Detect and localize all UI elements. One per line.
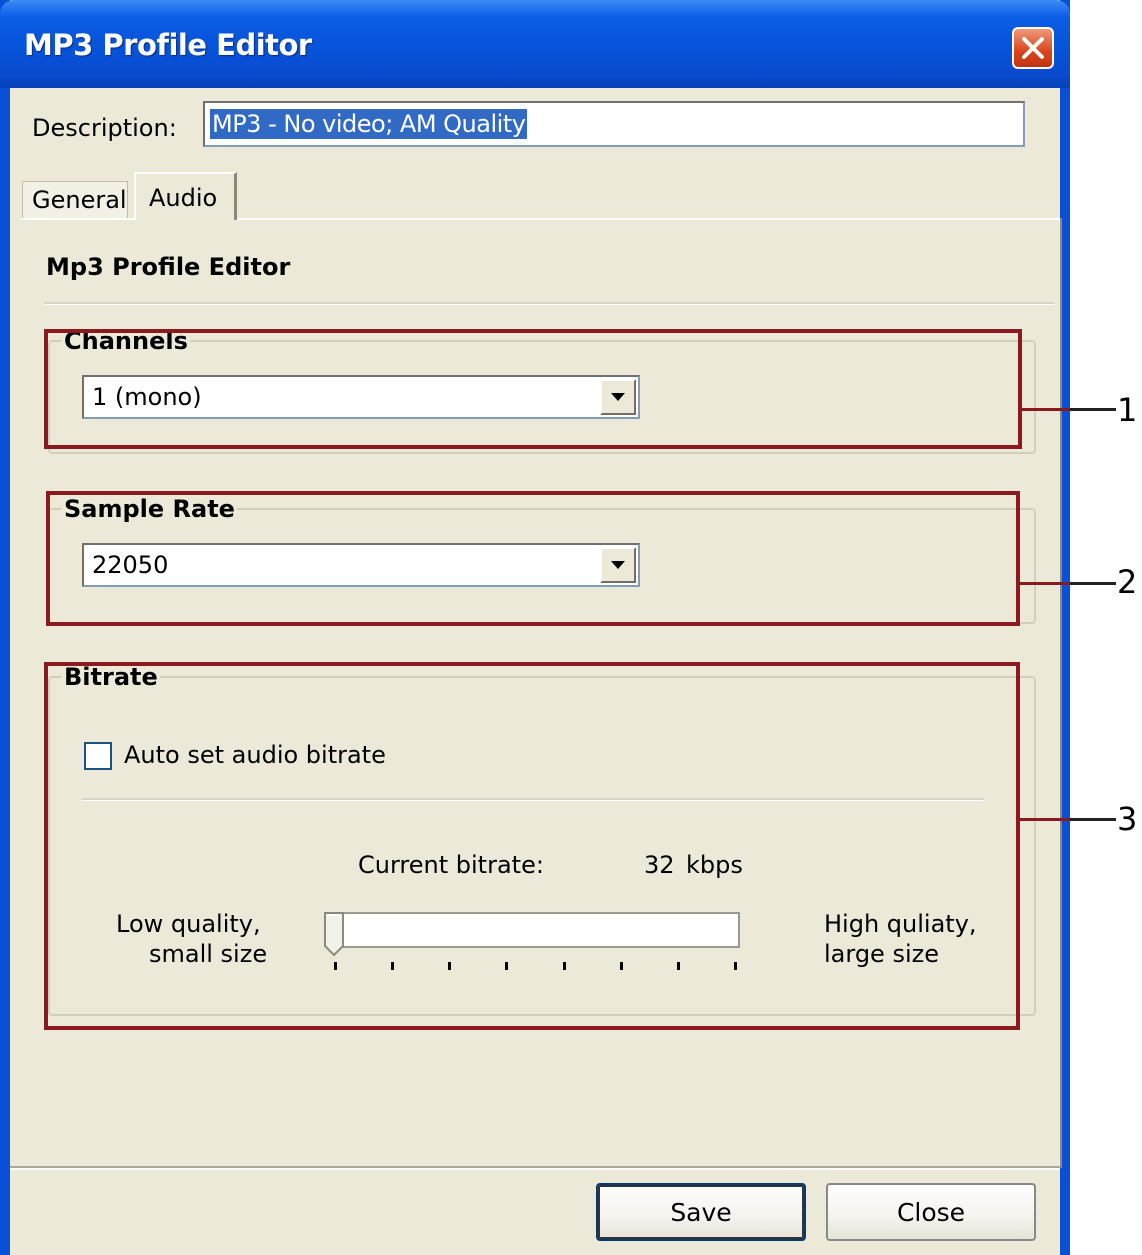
bitrate-group-label: Bitrate — [62, 663, 160, 691]
channels-select[interactable]: 1 (mono) — [82, 375, 640, 419]
close-window-button[interactable] — [1012, 27, 1054, 69]
callout-leader-1-ext — [1070, 408, 1116, 411]
sample-rate-select[interactable]: 22050 — [82, 543, 640, 587]
bitrate-slider-thumb[interactable] — [324, 912, 344, 956]
sample-rate-dropdown-button[interactable] — [600, 547, 636, 583]
bitrate-slider-track[interactable] — [342, 912, 740, 948]
callout-leader-1 — [1022, 408, 1070, 411]
callout-number-1: 1 — [1117, 391, 1138, 429]
auto-bitrate-label: Auto set audio bitrate — [124, 741, 386, 769]
chevron-down-icon — [611, 393, 625, 401]
callout-number-2: 2 — [1117, 563, 1138, 601]
slider-tick — [505, 962, 509, 970]
channels-dropdown-button[interactable] — [600, 379, 636, 415]
save-button[interactable]: Save — [596, 1183, 806, 1241]
tab-general[interactable]: General — [22, 181, 128, 218]
current-bitrate-value: 32 — [644, 851, 675, 879]
callout-number-3: 3 — [1117, 800, 1138, 838]
current-bitrate-unit: kbps — [686, 851, 743, 879]
callout-leader-3 — [1020, 818, 1070, 821]
slider-tick — [676, 962, 680, 970]
callout-leader-3-ext — [1070, 818, 1116, 821]
channels-group-label: Channels — [62, 327, 190, 355]
slider-tick — [734, 962, 737, 970]
low-quality-label: Low quality, — [116, 910, 261, 938]
title-bar[interactable]: MP3 Profile Editor — [0, 0, 1070, 88]
tab-panel-border — [1060, 218, 1062, 1168]
slider-tick — [334, 962, 337, 970]
small-size-label: small size — [149, 940, 268, 968]
description-input[interactable]: MP3 - No video; AM Quality — [203, 101, 1025, 147]
panel-heading: Mp3 Profile Editor — [46, 253, 291, 281]
close-x-icon — [1022, 37, 1044, 59]
tab-audio[interactable]: Audio — [134, 172, 237, 220]
chevron-down-icon — [611, 561, 625, 569]
description-label: Description: — [32, 114, 177, 142]
auto-bitrate-checkbox[interactable] — [84, 742, 112, 770]
close-button[interactable]: Close — [826, 1183, 1036, 1241]
bitrate-separator — [82, 798, 984, 801]
slider-tick — [448, 962, 452, 970]
callout-leader-2 — [1020, 582, 1070, 585]
sample-rate-selected-value: 22050 — [92, 551, 169, 579]
sample-rate-group-label: Sample Rate — [62, 495, 237, 523]
heading-separator — [44, 302, 1054, 305]
footer-separator — [10, 1166, 1060, 1170]
slider-tick — [619, 962, 623, 970]
channels-selected-value: 1 (mono) — [92, 383, 202, 411]
large-size-label: large size — [824, 940, 939, 968]
current-bitrate-label: Current bitrate: — [358, 851, 544, 879]
slider-tick — [562, 962, 566, 970]
high-quality-label: High quliaty, — [824, 910, 977, 938]
window-title: MP3 Profile Editor — [24, 28, 312, 62]
callout-leader-2-ext — [1070, 582, 1116, 585]
description-value: MP3 - No video; AM Quality — [210, 109, 528, 139]
slider-tick — [391, 962, 395, 970]
